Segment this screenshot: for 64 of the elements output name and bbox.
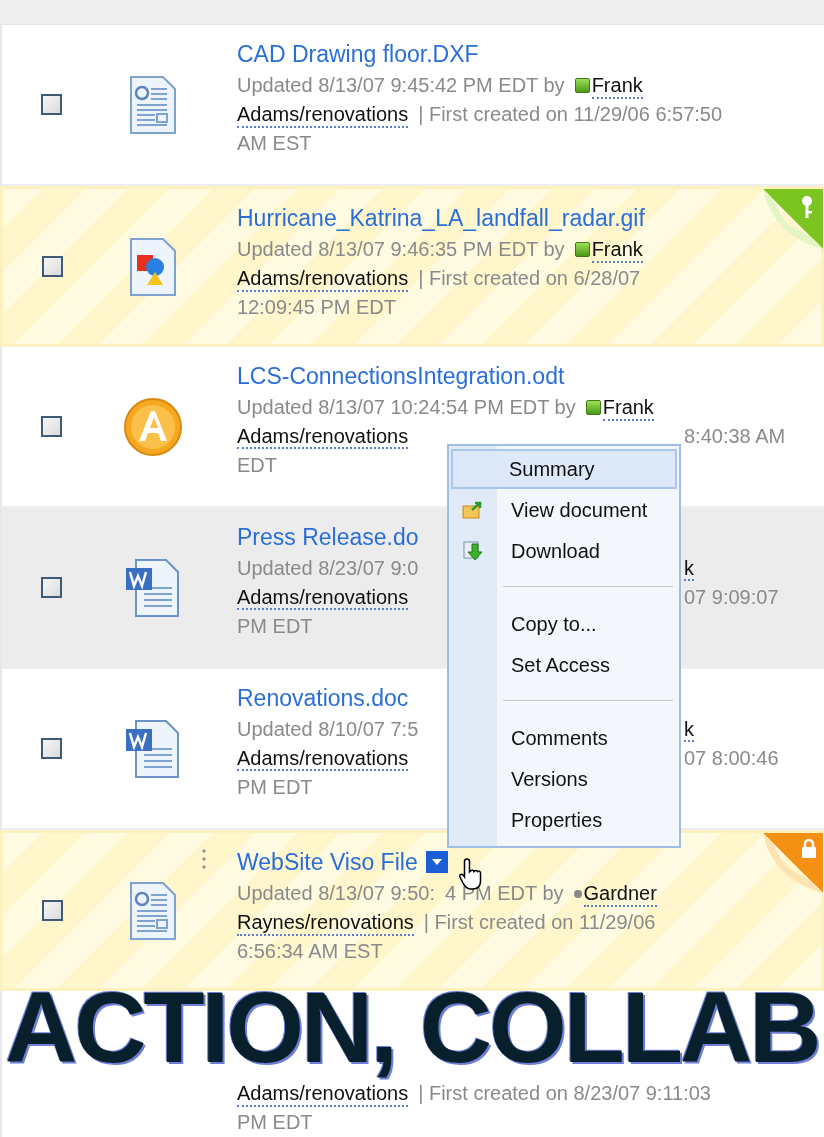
meta-text: | First created on 11/29/06 6:57:50 — [418, 102, 723, 127]
author-link[interactable]: Frank — [591, 72, 643, 99]
author-link[interactable]: Gardner — [583, 880, 657, 907]
menu-item[interactable]: Set Access — [499, 644, 677, 685]
caret-icon — [431, 859, 442, 865]
meta-text: Updated 8/13/07 10:24:54 PM EDT by — [237, 395, 576, 420]
author-link[interactable]: Adams/renovations — [237, 425, 409, 449]
document-title-link[interactable]: CAD Drawing floor.DXF — [237, 40, 479, 68]
document-title-link[interactable]: Press Release.do — [237, 523, 419, 551]
download-icon — [463, 540, 483, 561]
font-badge-icon — [123, 396, 184, 457]
document-title-link[interactable]: Renovations.doc — [237, 684, 409, 712]
checkbox[interactable] — [42, 900, 63, 921]
document-title-link[interactable]: WebSite Viso File — [237, 848, 418, 876]
meta-text: | First created on 11/29/06 — [423, 910, 656, 935]
author-link[interactable]: Raynes/renovations — [237, 909, 414, 936]
meta-text: PM EDT — [237, 1110, 313, 1135]
document-title-link[interactable]: Hurricane_Katrina_LA_landfall_radar.gif — [237, 204, 645, 232]
author-link[interactable]: Adams/renovations — [237, 265, 409, 292]
meta-text: Updated 8/10/07 7:5 — [237, 718, 419, 740]
author-link[interactable]: Frank — [602, 394, 654, 421]
meta-text: | First created on 8/23/07 9:11:03 — [418, 1081, 711, 1106]
author-link[interactable]: k — [684, 557, 694, 581]
meta-text: 6:56:34 AM EST — [237, 939, 383, 964]
meta-text: PM EDT — [237, 775, 313, 800]
menu-item[interactable]: Summary — [451, 448, 677, 489]
author-link[interactable]: k — [684, 718, 694, 742]
image-file-icon — [129, 236, 178, 297]
folder-arrow-icon — [462, 500, 484, 519]
menu-item[interactable]: Properties — [499, 799, 677, 840]
lock-corner-icon — [763, 833, 823, 893]
author-link[interactable]: Adams/renovations — [237, 586, 409, 610]
checkbox[interactable] — [41, 416, 63, 437]
overlay-caption: ACTION, COLLAB — [4, 977, 820, 1077]
document-icon — [129, 880, 178, 941]
meta-text: 07 9:09:07 — [684, 586, 779, 608]
checkbox[interactable] — [41, 577, 63, 598]
author-link[interactable]: Frank — [591, 236, 643, 263]
meta-text: Updated 8/13/07 9:46:35 PM EDT by — [237, 237, 565, 262]
meta-text: PM EDT — [237, 614, 313, 639]
meta-text: EDT — [237, 453, 277, 478]
meta-text: 07 8:00:46 — [684, 747, 779, 769]
checkbox[interactable] — [41, 94, 63, 115]
meta-text: 12:09:45 PM EDT — [237, 295, 396, 320]
meta-text: Updated 8/13/07 9:45:42 PM EDT by — [237, 73, 565, 98]
meta-text: AM EST — [237, 131, 312, 156]
meta-text: Updated 8/23/07 9:0 — [237, 557, 419, 579]
meta-text: Updated 8/13/07 9:50: — [237, 881, 435, 906]
meta-text: | First created on 6/28/07 — [418, 266, 641, 291]
menu-item[interactable]: Copy to... — [499, 603, 677, 644]
author-link[interactable]: Adams/renovations — [237, 747, 409, 771]
key-corner-icon — [763, 189, 823, 249]
document-title-link[interactable]: LCS-ConnectionsIntegration.odt — [237, 362, 565, 390]
author-link[interactable]: Adams/renovations — [237, 1080, 409, 1107]
checkbox[interactable] — [42, 256, 63, 277]
menu-item[interactable]: View document — [499, 489, 677, 530]
dropdown-button[interactable] — [425, 851, 448, 873]
menu-item[interactable]: Comments — [499, 717, 677, 758]
menu-item[interactable]: Versions — [499, 758, 677, 799]
menu-item[interactable]: Download — [499, 530, 677, 571]
meta-text: 8:40:38 AM — [684, 425, 786, 447]
author-link[interactable]: Adams/renovations — [237, 101, 409, 128]
document-icon — [129, 74, 178, 135]
checkbox[interactable] — [41, 738, 63, 759]
